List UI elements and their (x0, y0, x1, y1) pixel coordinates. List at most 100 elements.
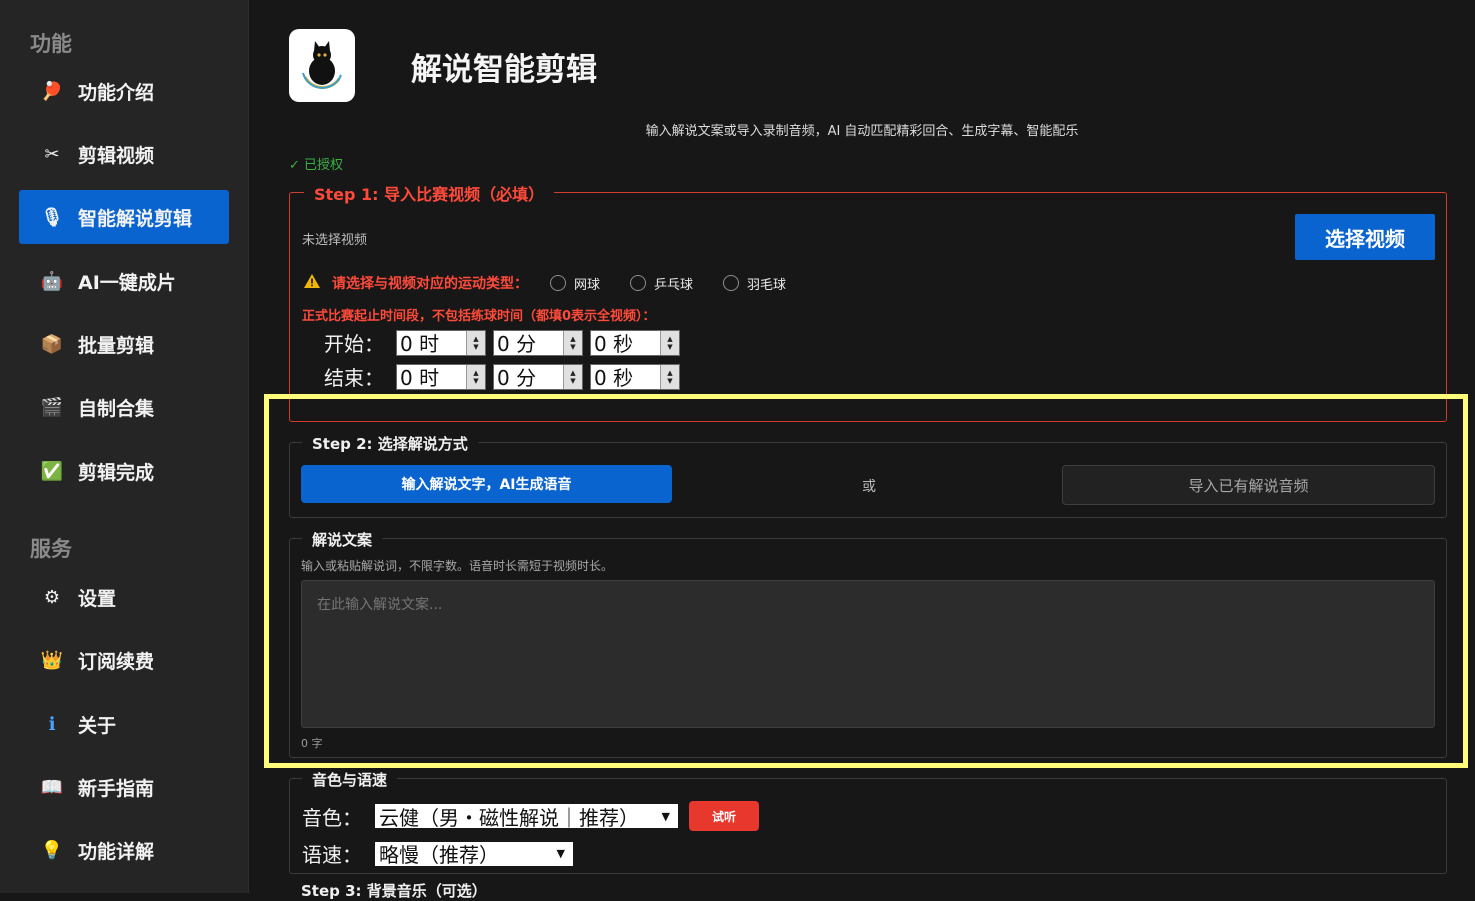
cat-logo-icon (302, 41, 342, 90)
sidebar-item-label: 批量剪辑 (78, 334, 155, 357)
spin-value: 0 时 (400, 366, 440, 390)
step3-legend: Step 3: 背景音乐（可选） (301, 882, 487, 900)
sidebar-item-batch-edit[interactable]: 📦 批量剪辑 (19, 317, 229, 371)
scissors-icon: ✂ (44, 143, 60, 165)
end-label: 结束： (324, 366, 384, 390)
sidebar-item-guide[interactable]: 📖 新手指南 (19, 760, 229, 814)
voice-row: 音色： 云健（男・磁性解说｜推荐） ▼ 试听 (302, 801, 759, 831)
voice-label: 音色： (302, 805, 362, 830)
warning-icon (304, 274, 320, 292)
end-second-spinbox[interactable]: 0 秒 ▲ ▼ (590, 363, 680, 390)
radio-label: 网球 (574, 277, 601, 293)
spin-value: 0 时 (400, 332, 440, 356)
start-label: 开始： (324, 332, 384, 356)
check-box-icon: ✅ (40, 460, 64, 482)
radio-label: 乒乓球 (654, 277, 694, 293)
sidebar-item-label: 功能详解 (78, 840, 155, 863)
sidebar-item-label: 智能解说剪辑 (78, 207, 193, 230)
period-note: 正式比赛起止时间段，不包括练球时间（都填0表示全视频）： (302, 309, 656, 324)
script-group: 解说文案 输入或粘贴解说词，不限字数。语音时长需短于视频时长。 0 字 (289, 529, 1447, 758)
sidebar-item-label: 剪辑完成 (78, 461, 155, 484)
radio-circle[interactable] (723, 275, 740, 291)
spin-value: 0 分 (497, 366, 537, 390)
radio-tennis[interactable]: 网球 (550, 274, 600, 293)
section-title-services: 服务 (30, 537, 72, 561)
radio-circle[interactable] (550, 275, 566, 291)
package-icon: 📦 (40, 333, 64, 355)
sidebar-item-label: 功能介绍 (78, 81, 155, 104)
sidebar-item-done[interactable]: ✅ 剪辑完成 (19, 444, 229, 498)
step2-group: Step 2: 选择解说方式 输入解说文字，AI生成语音 或 导入已有解说音频 (289, 433, 1447, 518)
ping-pong-paddle-icon: 🏓 (40, 80, 64, 102)
sidebar-item-edit-video[interactable]: ✂ 剪辑视频 (19, 127, 229, 181)
mode-text-to-speech-button[interactable]: 输入解说文字，AI生成语音 (301, 465, 672, 503)
speed-select-value: 略慢（推荐） (379, 843, 499, 867)
voice-select-value: 云健（男・磁性解说｜推荐） (379, 805, 639, 830)
step1-legend: Step 1: 导入比赛视频（必填） (304, 181, 555, 205)
spin-value: 0 秒 (594, 366, 634, 390)
spin-arrows-icon[interactable]: ▲ ▼ (466, 330, 485, 355)
spin-arrows-icon[interactable]: ▲ ▼ (660, 330, 679, 355)
radio-circle[interactable] (630, 275, 647, 291)
radio-badminton[interactable]: 羽毛球 (723, 274, 786, 293)
microphone-icon: 🎙 (40, 206, 64, 228)
chevron-down-icon: ▼ (556, 847, 565, 860)
spin-arrows-icon[interactable]: ▲ ▼ (563, 364, 582, 389)
page-subtitle: 输入解说文案或导入录制音频，AI 自动匹配精彩回合、生成字幕、智能配乐 (645, 124, 1079, 139)
sidebar-item-feature-details[interactable]: 💡 功能详解 (19, 823, 229, 877)
sidebar-item-ai-one-click[interactable]: 🤖 AI一键成片 (19, 254, 229, 308)
end-hour-spinbox[interactable]: 0 时 ▲ ▼ (396, 363, 486, 390)
no-video-text: 未选择视频 (302, 233, 368, 248)
robot-icon: 🤖 (40, 270, 64, 292)
voice-group: 音色与语速 音色： 云健（男・磁性解说｜推荐） ▼ 试听 语速： 略慢（推荐） … (289, 769, 1447, 874)
spin-arrows-icon[interactable]: ▲ ▼ (466, 364, 485, 389)
listen-button[interactable]: 试听 (689, 801, 759, 831)
info-icon: ℹ (48, 713, 56, 735)
voice-select[interactable]: 云健（男・磁性解说｜推荐） ▼ (375, 804, 678, 830)
sport-type-row: 请选择与视频对应的运动类型： 网球 乒乓球 羽毛球 (304, 273, 816, 293)
light-bulb-icon: 💡 (40, 839, 64, 861)
spin-value: 0 分 (497, 332, 537, 356)
spin-value: 0 秒 (594, 332, 634, 356)
step2-legend: Step 2: 选择解说方式 (302, 433, 478, 454)
sidebar-item-label: AI一键成片 (78, 271, 176, 294)
sidebar-item-intro[interactable]: 🏓 功能介绍 (19, 64, 229, 118)
voice-legend: 音色与语速 (302, 769, 398, 790)
auth-status: ✓ 已授权 (289, 158, 344, 173)
sidebar: 功能 🏓 功能介绍 ✂ 剪辑视频 🎙 智能解说剪辑 🤖 AI一键成片 📦 批量剪… (0, 0, 249, 893)
sidebar-item-settings[interactable]: ⚙ 设置 (19, 570, 229, 624)
chevron-down-icon: ▼ (661, 809, 670, 823)
spin-arrows-icon[interactable]: ▲ ▼ (563, 330, 582, 355)
mode-import-audio-button[interactable]: 导入已有解说音频 (1062, 465, 1435, 505)
sidebar-item-label: 新手指南 (78, 777, 155, 800)
speed-select[interactable]: 略慢（推荐） ▼ (375, 841, 573, 867)
or-separator: 或 (862, 479, 876, 495)
radio-label: 羽毛球 (747, 277, 787, 293)
sidebar-item-label: 关于 (78, 714, 117, 737)
radio-ping-pong[interactable]: 乒乓球 (630, 274, 693, 293)
book-icon: 📖 (40, 776, 64, 798)
page-title: 解说智能剪辑 (411, 52, 597, 88)
script-hint: 输入或粘贴解说词，不限字数。语音时长需短于视频时长。 (301, 559, 614, 573)
sidebar-item-subscription[interactable]: 👑 订阅续费 (19, 633, 229, 687)
sidebar-item-label: 订阅续费 (78, 650, 155, 673)
speed-label: 语速： (302, 843, 362, 867)
script-textarea[interactable] (301, 580, 1435, 728)
spin-arrows-icon[interactable]: ▲ ▼ (660, 364, 679, 389)
start-minute-spinbox[interactable]: 0 分 ▲ ▼ (493, 329, 583, 356)
start-hour-spinbox[interactable]: 0 时 ▲ ▼ (396, 329, 486, 356)
sidebar-item-compilation[interactable]: 🎬 自制合集 (19, 380, 229, 434)
main-panel: 解说智能剪辑 输入解说文案或导入录制音频，AI 自动匹配精彩回合、生成字幕、智能… (249, 0, 1475, 900)
step1-group: Step 1: 导入比赛视频（必填） 未选择视频 选择视频 请选择与视频对应的运… (289, 181, 1447, 422)
char-count: 0 字 (301, 737, 323, 750)
choose-video-button[interactable]: 选择视频 (1295, 214, 1435, 260)
sidebar-item-about[interactable]: ℹ 关于 (19, 697, 229, 751)
sidebar-item-label: 设置 (78, 587, 117, 610)
sidebar-item-label: 剪辑视频 (78, 144, 155, 167)
section-title-features: 功能 (30, 32, 72, 56)
start-second-spinbox[interactable]: 0 秒 ▲ ▼ (590, 329, 680, 356)
speed-row: 语速： 略慢（推荐） ▼ (302, 839, 573, 868)
sidebar-item-smart-commentary[interactable]: 🎙 智能解说剪辑 (19, 190, 229, 244)
start-time-row: 开始： 0 时 ▲ ▼ 0 分 ▲ ▼ 0 秒 ▲ ▼ (324, 328, 687, 357)
end-minute-spinbox[interactable]: 0 分 ▲ ▼ (493, 363, 583, 390)
